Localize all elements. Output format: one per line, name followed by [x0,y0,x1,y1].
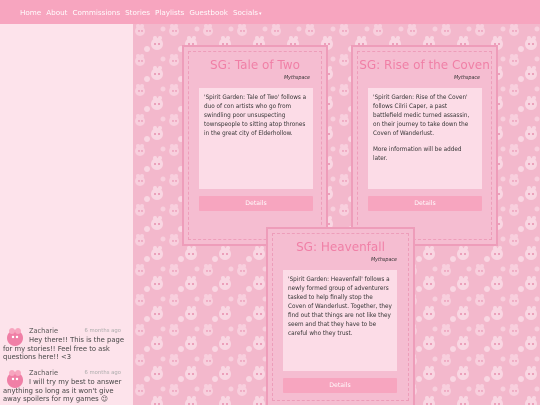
story-description: 'Spirit Garden: Tale of Two' follows a d… [199,88,313,189]
story-card-tale-of-two: SG: Tale of Two Mythspace 'Spirit Garden… [182,45,328,246]
chevron-down-icon: ▾ [259,10,262,17]
nav-playlists[interactable]: Playlists [155,8,184,17]
description-paragraph: 'Spirit Garden: Heavenfall' follows a ne… [288,277,392,337]
details-button[interactable]: Details [283,378,397,393]
nav-socials-dropdown[interactable]: Socials▾ [233,8,262,17]
top-navbar: Home About Commissions Stories Playlists… [0,0,540,24]
story-title: SG: Rise of the Coven [359,58,490,72]
details-button[interactable]: Details [368,196,482,211]
nav-stories[interactable]: Stories [125,8,150,17]
nav-about[interactable]: About [46,8,67,17]
chat-text: I will try my best to answer anything so… [3,378,122,404]
nav-guestbook[interactable]: Guestbook [189,8,228,17]
story-publisher: Mythspace [284,76,310,81]
chat-timestamp: 6 months ago [84,370,121,376]
story-card-heavenfall: SG: Heavenfall Mythspace 'Spirit Garden:… [266,227,415,405]
story-publisher: Mythspace [371,258,397,263]
chat-sidebar: Zacharie 6 months ago Hey there!! This i… [0,24,133,405]
description-paragraph: 'Spirit Garden: Tale of Two' follows a d… [204,95,307,137]
description-paragraph: More information will be added later. [373,147,462,162]
nav-commissions[interactable]: Commissions [73,8,121,17]
story-description: 'Spirit Garden: Rise of the Coven' follo… [368,88,482,189]
description-paragraph: 'Spirit Garden: Rise of the Coven' follo… [373,95,470,137]
chat-author: Zacharie [29,369,59,377]
story-description: 'Spirit Garden: Heavenfall' follows a ne… [283,270,397,371]
chat-text: Hey there!! This is the page for my stor… [3,336,124,362]
stories-area: SG: Tale of Two Mythspace 'Spirit Garden… [133,24,540,405]
story-title: SG: Heavenfall [296,240,385,254]
chat-timestamp: 6 months ago [84,328,121,334]
details-button[interactable]: Details [199,196,313,211]
nav-socials-label: Socials [232,7,259,17]
story-card-rise-of-the-coven: SG: Rise of the Coven Mythspace 'Spirit … [351,45,498,246]
story-title: SG: Tale of Two [210,58,300,72]
chat-author: Zacharie [29,327,59,335]
story-publisher: Mythspace [454,76,480,81]
nav-home[interactable]: Home [20,8,41,17]
